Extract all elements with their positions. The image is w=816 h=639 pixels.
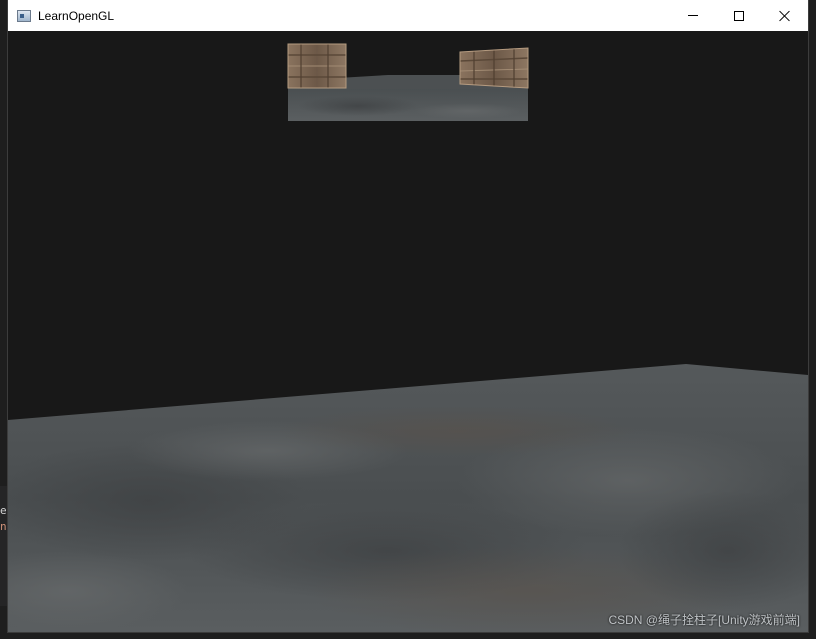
scene-render bbox=[8, 43, 808, 632]
app-window: LearnOpenGL CSDN @绳子拴柱子[Unity游戏前端] bbox=[8, 0, 808, 632]
minimize-button[interactable] bbox=[670, 0, 716, 31]
background-editor-text: n bbox=[0, 520, 7, 533]
watermark-text: CSDN @绳子拴柱子[Unity游戏前端] bbox=[608, 613, 800, 627]
close-icon bbox=[779, 10, 791, 22]
window-title: LearnOpenGL bbox=[38, 8, 115, 23]
title-bar[interactable]: LearnOpenGL bbox=[8, 0, 808, 31]
rear-view-mirror bbox=[287, 43, 529, 121]
crate-left bbox=[287, 43, 347, 89]
maximize-button[interactable] bbox=[716, 0, 762, 31]
background-editor-strip: er n bbox=[0, 486, 13, 606]
desktop: er n LearnOpenGL CSDN @绳子拴柱子[Unity游戏前端] bbox=[0, 0, 816, 639]
app-icon[interactable] bbox=[17, 9, 31, 22]
window-controls bbox=[670, 0, 808, 31]
minimize-icon bbox=[688, 15, 698, 16]
opengl-viewport[interactable]: CSDN @绳子拴柱子[Unity游戏前端] bbox=[8, 31, 808, 632]
crate-right bbox=[459, 47, 529, 89]
maximize-icon bbox=[734, 10, 744, 21]
close-button[interactable] bbox=[762, 0, 808, 31]
